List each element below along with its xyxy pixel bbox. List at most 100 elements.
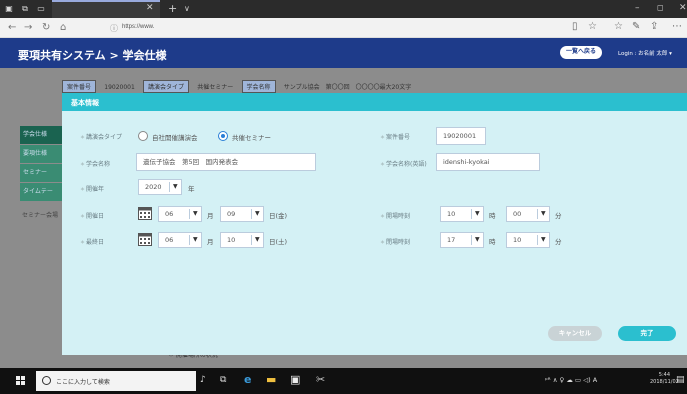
tab-list-chevron-icon[interactable]: ∨ <box>184 4 190 13</box>
windows-taskbar: ここに入力して検索 ♪ ⧉ e ▬ ▣ ✂ ᵖᴿ ∧ ♀ ☁ ▭ ◁) A 5:… <box>0 368 687 394</box>
society-name-en-label: 学会名称(英語) <box>380 159 427 168</box>
hour-unit: 時 <box>489 212 496 220</box>
end-day-value: 10 <box>227 236 236 244</box>
chevron-down-icon: ▼ <box>475 210 480 217</box>
month-unit: 月 <box>207 238 214 246</box>
bg-chip-value: 19020001 <box>104 84 135 91</box>
radio-cosponsored-label[interactable]: 共催セミナー <box>232 132 271 142</box>
file-explorer-icon[interactable]: ▬ <box>266 373 276 387</box>
select-divider <box>471 209 472 219</box>
window-maximize-icon[interactable]: ◻ <box>657 3 664 12</box>
back-to-list-button[interactable]: 一覧へ戻る <box>560 46 603 59</box>
bg-chip-value: サンプル協会 第〇〇回 〇〇〇〇最大20文字 <box>283 84 412 91</box>
end-hour-select[interactable]: 17 ▼ <box>440 232 484 248</box>
bg-chip-label: 講演会タイプ <box>143 80 190 93</box>
background-summary-row: 案件番号 19020001 講演会タイプ 共催セミナー 学会名称 サンプル協会 … <box>62 80 417 93</box>
select-divider <box>251 235 252 245</box>
chevron-down-icon: ▼ <box>255 236 260 243</box>
day-unit: 日(土) <box>269 238 288 246</box>
select-divider <box>537 209 538 219</box>
window-minimize-icon[interactable]: – <box>635 3 640 13</box>
calendar-icon[interactable] <box>138 206 152 220</box>
minute-unit: 分 <box>555 238 562 246</box>
calendar-icon[interactable] <box>138 232 152 246</box>
end-month-select[interactable]: 06 ▼ <box>158 232 202 248</box>
case-number-field[interactable]: 19020001 <box>436 127 486 145</box>
radio-in-house-lecture[interactable] <box>138 131 148 141</box>
browser-menu-icon[interactable]: ▣ <box>4 4 14 13</box>
back-arrow-icon[interactable]: ← <box>8 22 16 33</box>
clock-time: 5:44 <box>658 372 671 378</box>
notification-center-icon[interactable]: ▤ <box>676 375 685 385</box>
done-button[interactable]: 完了 <box>618 326 676 341</box>
basic-info-modal: 基本情報 講演会タイプ 自社開催講演会 共催セミナー 案件番号 19020001… <box>62 93 687 355</box>
chevron-down-icon: ▼ <box>173 183 178 190</box>
favorites-hub-icon[interactable]: ☆ <box>614 21 623 32</box>
society-name-input[interactable]: 遺伝子協会 第5回 国内発表会 <box>136 153 316 171</box>
url-text: https://www. <box>122 24 155 30</box>
bg-sidebar-extra: セミナー会場 <box>22 212 59 219</box>
case-number-label: 案件番号 <box>380 132 410 141</box>
site-info-icon[interactable]: ⓘ <box>110 23 118 34</box>
bg-chip-value: 共催セミナー <box>197 84 234 91</box>
taskbar-search-input[interactable]: ここに入力して検索 <box>36 371 196 391</box>
system-clock[interactable]: 5:44 2018/11/02 <box>650 372 679 386</box>
chevron-down-icon: ▼ <box>541 210 546 217</box>
notes-pen-icon[interactable]: ✎ <box>632 21 640 32</box>
reading-view-icon[interactable]: ▯ <box>572 21 578 32</box>
store-bag-icon[interactable]: ▣ <box>290 373 300 387</box>
system-tray-icons[interactable]: ᵖᴿ ∧ ♀ ☁ ▭ ◁) A <box>545 376 597 384</box>
bg-chip-label: 案件番号 <box>62 80 97 93</box>
end-minute-value: 10 <box>513 236 522 244</box>
start-hour-select[interactable]: 10 ▼ <box>440 206 484 222</box>
favorite-star-icon[interactable]: ☆ <box>588 21 597 32</box>
taskbar-search-placeholder: ここに入力して検索 <box>56 379 110 386</box>
edge-browser-icon[interactable]: e <box>244 373 251 387</box>
bg-sidebar-item: 学会仕様 <box>20 126 62 144</box>
chevron-down-icon: ▼ <box>193 236 198 243</box>
start-time-label: 開場時刻 <box>380 211 410 220</box>
start-month-select[interactable]: 06 ▼ <box>158 206 202 222</box>
windows-start-icon[interactable] <box>16 376 26 386</box>
tab-manager-icon[interactable]: ▭ <box>36 4 46 13</box>
tab-preview-icon[interactable]: ⧉ <box>20 4 30 13</box>
year-select-value: 2020 <box>145 183 162 191</box>
new-tab-icon[interactable]: + <box>168 2 177 15</box>
share-icon[interactable]: ⇪ <box>650 21 658 32</box>
tab-close-icon[interactable]: ✕ <box>146 3 154 13</box>
select-divider <box>471 235 472 245</box>
radio-in-house-label[interactable]: 自社開催講演会 <box>152 132 198 142</box>
chevron-down-icon: ▼ <box>255 210 260 217</box>
microphone-icon[interactable]: ♪ <box>200 373 206 387</box>
start-day-select[interactable]: 09 ▼ <box>220 206 264 222</box>
year-select[interactable]: 2020 ▼ <box>138 179 182 195</box>
bg-chip-label: 学会名称 <box>241 80 276 93</box>
home-icon[interactable]: ⌂ <box>60 22 66 33</box>
start-minute-select[interactable]: 00 ▼ <box>506 206 550 222</box>
end-month-value: 06 <box>165 236 174 244</box>
end-minute-select[interactable]: 10 ▼ <box>506 232 550 248</box>
bg-sidebar-item: タイムテー <box>20 183 62 201</box>
society-name-en-input[interactable]: idenshi-kyokai <box>436 153 540 171</box>
select-divider <box>537 235 538 245</box>
cancel-button[interactable]: キャンセル <box>548 326 602 341</box>
refresh-icon[interactable]: ↻ <box>42 22 50 33</box>
browser-tab-active[interactable] <box>52 0 160 18</box>
task-view-icon[interactable]: ⧉ <box>220 373 226 387</box>
chevron-down-icon: ▼ <box>475 236 480 243</box>
clock-date: 2018/11/02 <box>650 379 679 385</box>
chevron-down-icon: ▼ <box>193 210 198 217</box>
end-day-select[interactable]: 10 ▼ <box>220 232 264 248</box>
window-close-icon[interactable]: ✕ <box>679 3 687 13</box>
url-field[interactable]: ⓘ https://www. <box>110 21 565 35</box>
select-divider <box>189 209 190 219</box>
forward-arrow-icon[interactable]: → <box>24 22 32 33</box>
bg-sidebar-item: セミナー <box>20 164 62 182</box>
login-user-menu[interactable]: Login : お名前 太郎 ▾ <box>618 49 672 57</box>
radio-cosponsored-seminar[interactable] <box>218 131 228 141</box>
month-unit: 月 <box>207 212 214 220</box>
snipping-tool-icon[interactable]: ✂ <box>316 373 325 387</box>
end-date-label: 最終日 <box>80 237 104 246</box>
more-menu-icon[interactable]: ⋯ <box>672 21 682 32</box>
browser-address-bar: ← → ↻ ⌂ ⓘ https://www. ▯ ☆ ☆ ✎ ⇪ ⋯ <box>0 18 687 38</box>
